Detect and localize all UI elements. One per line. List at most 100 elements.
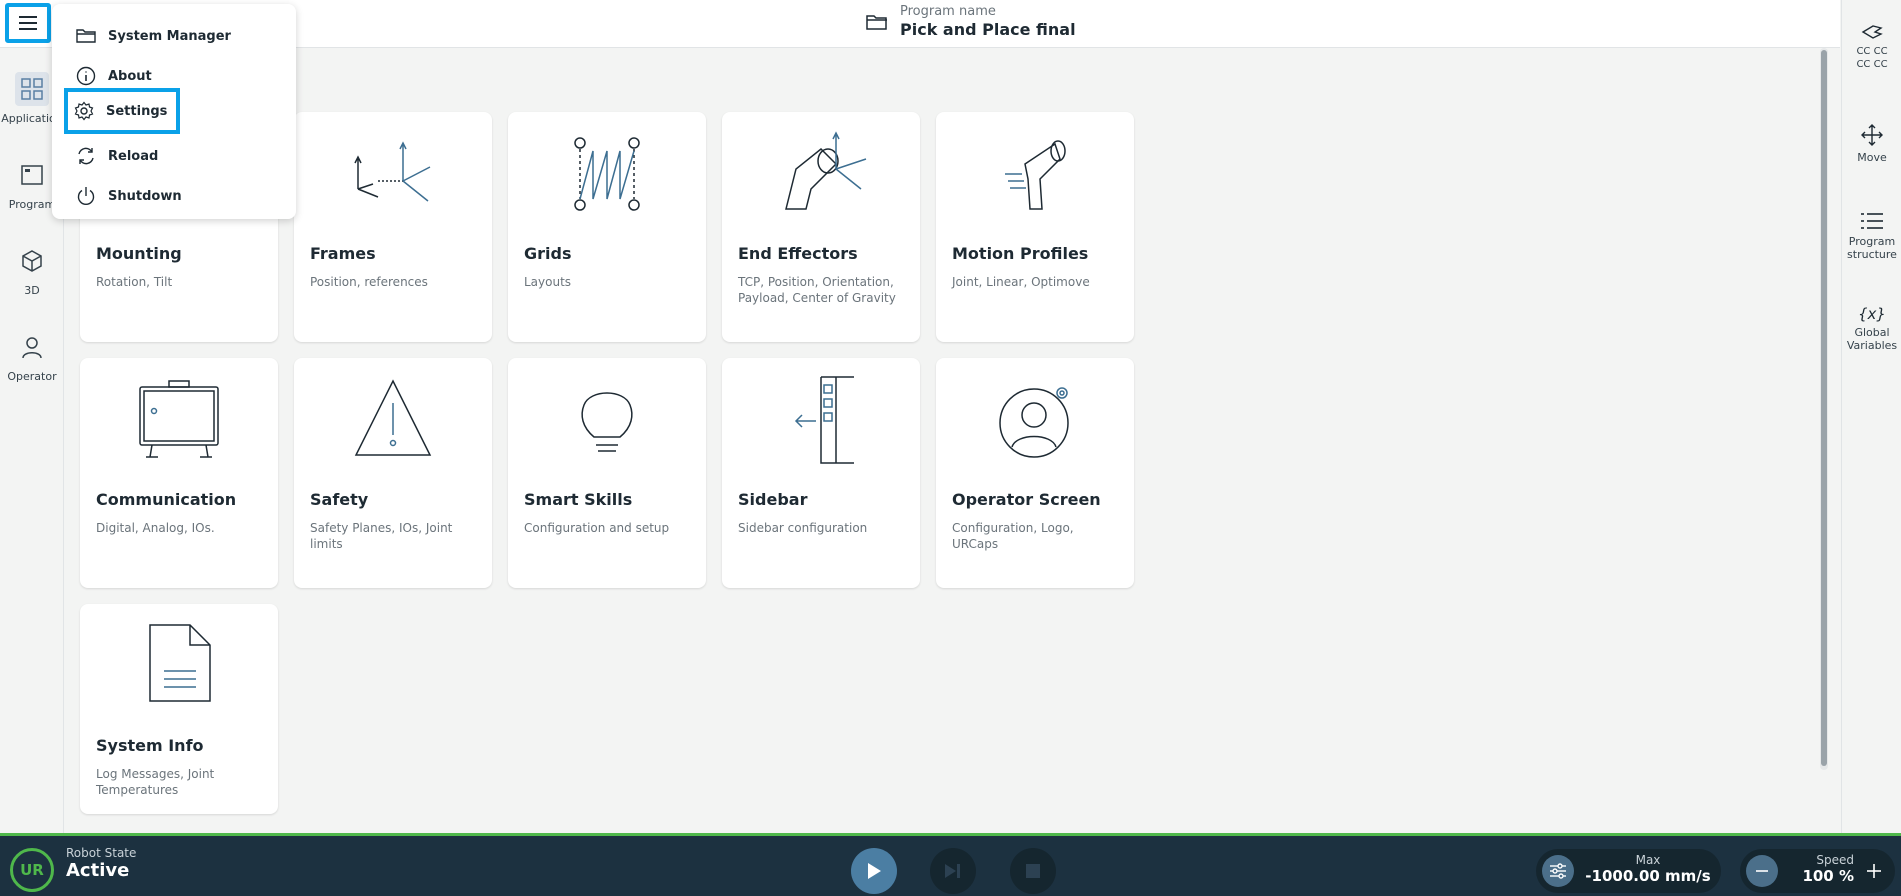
menu-item-reload[interactable]: Reload [70, 140, 164, 172]
card-subtitle: Rotation, Tilt [96, 275, 173, 289]
nav-operator-label: Operator [7, 370, 57, 383]
program-icon [21, 165, 43, 185]
rr-move[interactable]: Move [1842, 124, 1901, 164]
menu-item-shutdown[interactable]: Shutdown [70, 180, 188, 212]
menu-item-label: Reload [108, 148, 159, 164]
sidebar-icon [794, 376, 854, 464]
stop-button[interactable] [1010, 848, 1056, 894]
max-speed-control[interactable]: Max -1000.00 mm/s [1536, 849, 1721, 893]
card-motion-profiles[interactable]: Motion Profiles Joint, Linear, Optimove [936, 112, 1134, 342]
rr-gripper[interactable]: CC CC CC CC [1842, 22, 1901, 71]
status-bar: UR Robot State Active Max -1000.00 mm/s … [0, 833, 1901, 896]
ur-logo: UR [10, 848, 54, 892]
menu-item-label: Settings [106, 103, 168, 119]
grid-icon [21, 78, 43, 100]
folder-icon [866, 15, 887, 30]
card-subtitle: Position, references [310, 275, 428, 289]
card-subtitle: TCP, Position, Orientation, Payload, Cen… [738, 275, 896, 305]
card-end-effectors[interactable]: End Effectors TCP, Position, Orientation… [722, 112, 920, 342]
lightbulb-icon [581, 392, 633, 452]
move-icon [1861, 124, 1883, 146]
rr-program-structure[interactable]: Program structure [1842, 212, 1901, 261]
card-grids[interactable]: Grids Layouts [508, 112, 706, 342]
card-system-info[interactable]: System Info Log Messages, Joint Temperat… [80, 604, 278, 814]
max-label: Max [1635, 853, 1661, 867]
step-button[interactable] [930, 848, 976, 894]
card-smart-skills[interactable]: Smart Skills Configuration and setup [508, 358, 706, 588]
folder-icon [76, 29, 96, 43]
end-effector-icon [785, 131, 867, 210]
scrollbar-thumb[interactable] [1821, 50, 1827, 766]
menu-item-settings[interactable]: Settings [64, 88, 180, 134]
card-frames[interactable]: Frames Position, references [294, 112, 492, 342]
main-menu-dropdown: System Manager About Settings Reload Shu… [52, 4, 296, 219]
cube-icon [22, 250, 42, 272]
card-operator-screen[interactable]: Operator Screen Configuration, Logo, URC… [936, 358, 1134, 588]
play-icon [868, 863, 881, 879]
step-icon [945, 864, 960, 878]
minus-icon [1756, 870, 1768, 872]
robot-state-value: Active [66, 860, 130, 881]
grids-icon [574, 137, 640, 211]
card-safety[interactable]: Safety Safety Planes, IOs, Joint limits [294, 358, 492, 588]
plus-icon [1867, 864, 1881, 878]
robot-state[interactable]: Robot State Active [66, 846, 136, 881]
menu-item-system-manager[interactable]: System Manager [70, 20, 237, 52]
card-sidebar[interactable]: Sidebar Sidebar configuration [722, 358, 920, 588]
sliders-icon [1550, 863, 1566, 879]
nav-3d-label: 3D [24, 284, 40, 297]
card-title: Grids [524, 244, 572, 263]
card-subtitle: Log Messages, Joint Temperatures [96, 767, 215, 797]
main-menu-button[interactable] [5, 3, 51, 43]
robot-state-label: Robot State [66, 846, 137, 860]
rr-global-variables-label: Global Variables [1846, 326, 1898, 352]
card-title: Frames [310, 244, 376, 263]
card-communication[interactable]: Communication Digital, Analog, IOs. [80, 358, 278, 588]
rr-global-variables[interactable]: {x} Global Variables [1842, 305, 1901, 353]
document-icon [149, 624, 211, 702]
menu-item-label: Shutdown [108, 188, 182, 204]
reload-icon [78, 147, 94, 165]
card-title: System Info [96, 736, 204, 755]
menu-item-label: System Manager [108, 28, 231, 44]
motion-profile-icon [1005, 140, 1066, 210]
speed-value: 100 % [1802, 867, 1854, 885]
card-subtitle: Configuration and setup [524, 521, 670, 535]
program-name-value: Pick and Place final [900, 20, 1076, 39]
speed-control[interactable]: Speed 100 % [1740, 849, 1895, 893]
speed-decrease-button[interactable] [1746, 855, 1778, 887]
gripper-icon [1861, 25, 1883, 39]
menu-item-label: About [108, 68, 152, 84]
card-subtitle: Digital, Analog, IOs. [96, 521, 215, 535]
gear-icon [74, 101, 94, 121]
stop-icon [1026, 864, 1040, 878]
card-title: Communication [96, 490, 237, 509]
warning-icon [354, 379, 432, 456]
program-name[interactable]: Program name Pick and Place final [866, 4, 1076, 40]
speed-settings-button[interactable] [1542, 855, 1574, 887]
hamburger-icon [19, 16, 37, 30]
rr-move-label: Move [1857, 151, 1887, 164]
control-box-icon [139, 380, 219, 458]
card-title: Motion Profiles [952, 244, 1089, 263]
card-subtitle: Configuration, Logo, URCaps [952, 521, 1074, 551]
variable-icon: {x} [1858, 305, 1886, 323]
speed-increase-button[interactable] [1858, 855, 1890, 887]
card-subtitle: Safety Planes, IOs, Joint limits [310, 521, 453, 551]
card-subtitle: Layouts [524, 275, 572, 289]
card-title: Operator Screen [952, 490, 1101, 509]
person-icon [22, 337, 42, 359]
speed-label: Speed [1816, 853, 1854, 867]
card-title: Sidebar [738, 490, 808, 509]
card-subtitle: Joint, Linear, Optimove [952, 275, 1090, 289]
right-toolbar: CC CC CC CC Move Program structure {x} G… [1841, 0, 1901, 833]
nav-3d[interactable]: 3D [0, 244, 64, 297]
max-value: -1000.00 mm/s [1585, 867, 1711, 885]
nav-operator[interactable]: Operator [0, 330, 64, 383]
content-scrollbar[interactable] [1820, 48, 1828, 770]
card-title: Mounting [96, 244, 182, 263]
operator-screen-icon [999, 387, 1069, 458]
card-subtitle: Sidebar configuration [738, 521, 868, 535]
play-button[interactable] [851, 848, 897, 894]
rr-gripper-label: CC CC CC CC [1856, 46, 1888, 70]
